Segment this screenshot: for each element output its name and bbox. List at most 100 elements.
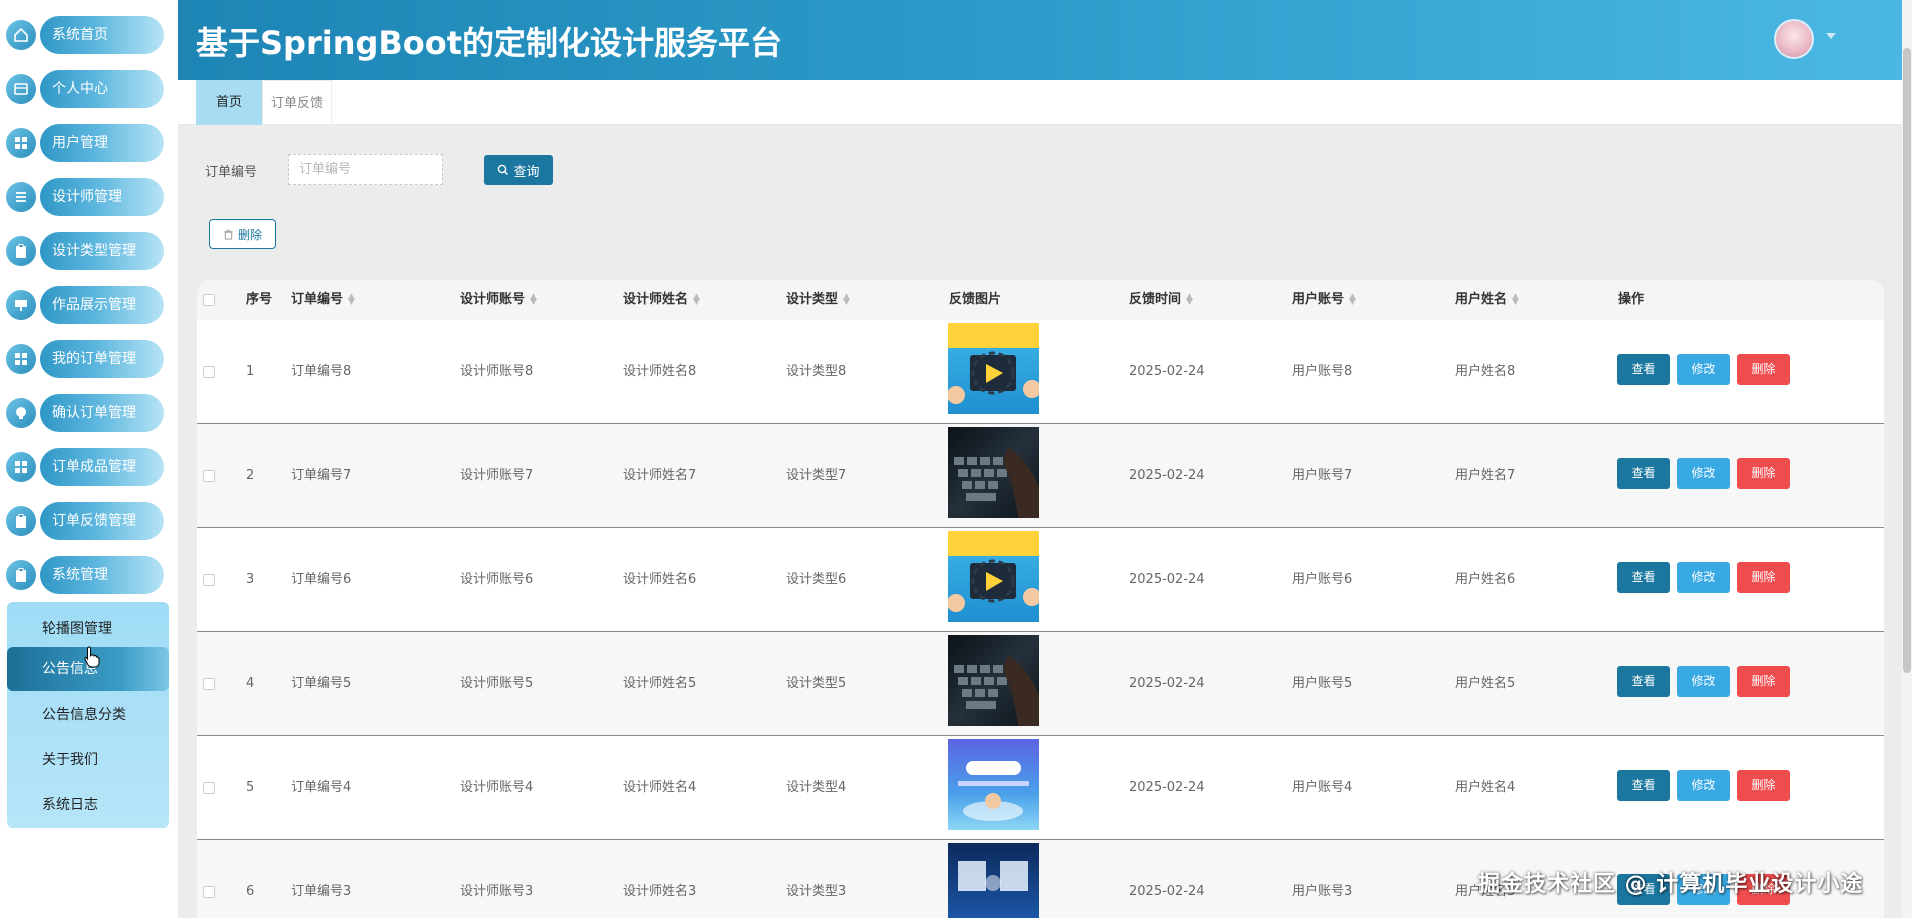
sidebar-item-designers[interactable]: 设计师管理: [6, 178, 164, 216]
submenu-item-logs[interactable]: 系统日志: [7, 783, 169, 827]
cell-index: 2: [246, 468, 255, 483]
cell-designer-name: 设计师姓名4: [623, 780, 697, 795]
view-button[interactable]: 查看: [1617, 770, 1670, 801]
column-header-order-no[interactable]: 订单编号 ▲ ▼: [291, 280, 355, 320]
feedback-image[interactable]: [948, 635, 1039, 726]
table-header: 序号 订单编号 ▲ ▼ 设计师账号 ▲ ▼ 设计师姓名 ▲ ▼ 设计类型 ▲ ▼ 反馈图片 反馈…: [197, 280, 1884, 320]
grid-icon: [6, 452, 36, 482]
cell-designer-account: 设计师账号4: [460, 780, 534, 795]
cell-designer-name: 设计师姓名3: [623, 884, 697, 899]
delete-button[interactable]: 删除: [1737, 562, 1790, 593]
column-header-designer-name[interactable]: 设计师姓名 ▲ ▼: [623, 280, 700, 320]
sidebar-item-users[interactable]: 用户管理: [6, 124, 164, 162]
cell-designer-name: 设计师姓名8: [623, 364, 697, 379]
cell-time: 2025-02-24: [1129, 572, 1205, 587]
row-checkbox[interactable]: [203, 678, 215, 690]
column-header-image: 反馈图片: [949, 292, 1002, 307]
column-header-label: 反馈时间: [1129, 292, 1182, 307]
cell-order-no: 订单编号4: [291, 780, 352, 795]
table-row: 4 订单编号5 设计师账号5 设计师姓名5 设计类型5 2025-02-24 用…: [197, 632, 1884, 736]
search-button[interactable]: 查询: [484, 155, 553, 185]
sort-icon[interactable]: ▲ ▼: [843, 292, 850, 306]
cell-index: 3: [246, 572, 255, 587]
cell-design-type: 设计类型8: [786, 364, 847, 379]
cell-user-name: 用户姓名6: [1455, 572, 1516, 587]
cell-user-account: 用户账号3: [1292, 884, 1353, 899]
order-number-input[interactable]: [288, 154, 443, 185]
column-header-design-type[interactable]: 设计类型 ▲ ▼: [786, 280, 850, 320]
clipboard-icon: [6, 560, 36, 590]
sidebar-item-order-feedback[interactable]: 订单反馈管理: [6, 502, 164, 540]
batch-delete-button[interactable]: 删除: [209, 219, 276, 249]
view-button[interactable]: 查看: [1617, 666, 1670, 697]
delete-button[interactable]: 删除: [1737, 770, 1790, 801]
sidebar-item-order-products[interactable]: 订单成品管理: [6, 448, 164, 486]
cell-index: 6: [246, 884, 255, 899]
sort-icon[interactable]: ▲ ▼: [1349, 292, 1356, 306]
delete-button[interactable]: 删除: [1737, 354, 1790, 385]
row-checkbox[interactable]: [203, 782, 215, 794]
feedback-image[interactable]: [948, 323, 1039, 414]
cell-time: 2025-02-24: [1129, 676, 1205, 691]
cell-designer-name: 设计师姓名7: [623, 468, 697, 483]
sort-icon[interactable]: ▲ ▼: [1186, 292, 1193, 306]
sort-icon[interactable]: ▲ ▼: [530, 292, 537, 306]
edit-button[interactable]: 修改: [1677, 562, 1730, 593]
chevron-down-icon[interactable]: [1826, 33, 1836, 39]
sidebar-item-confirm-orders[interactable]: 确认订单管理: [6, 394, 164, 432]
sidebar-item-works[interactable]: 作品展示管理: [6, 286, 164, 324]
sort-icon[interactable]: ▲ ▼: [1512, 292, 1519, 306]
batch-delete-label: 删除: [237, 227, 262, 242]
sort-icon[interactable]: ▲ ▼: [348, 292, 355, 306]
sidebar-item-home[interactable]: 系统首页: [6, 16, 164, 54]
sidebar-item-personal[interactable]: 个人中心: [6, 70, 164, 108]
submenu-item-notice-category[interactable]: 公告信息分类: [7, 693, 169, 737]
feedback-image[interactable]: [948, 427, 1039, 518]
column-header-user-account[interactable]: 用户账号 ▲ ▼: [1292, 280, 1356, 320]
sidebar-item-label: 系统首页: [40, 16, 164, 54]
column-header-time[interactable]: 反馈时间 ▲ ▼: [1129, 280, 1193, 320]
sidebar-item-label: 订单成品管理: [40, 448, 164, 486]
row-checkbox[interactable]: [203, 470, 215, 482]
select-all-checkbox[interactable]: [203, 294, 215, 306]
avatar[interactable]: [1774, 19, 1814, 59]
delete-button[interactable]: 删除: [1737, 458, 1790, 489]
bulb-icon: [6, 398, 36, 428]
submenu-item-carousel[interactable]: 轮播图管理: [7, 607, 169, 651]
sidebar-item-my-orders[interactable]: 我的订单管理: [6, 340, 164, 378]
submenu-item-about[interactable]: 关于我们: [7, 738, 169, 782]
sidebar-item-design-types[interactable]: 设计类型管理: [6, 232, 164, 270]
view-button[interactable]: 查看: [1617, 562, 1670, 593]
table-row: 2 订单编号7 设计师账号7 设计师姓名7 设计类型7 2025-02-24 用…: [197, 424, 1884, 528]
column-header-designer-account[interactable]: 设计师账号 ▲ ▼: [460, 280, 537, 320]
row-checkbox[interactable]: [203, 886, 215, 898]
cell-order-no: 订单编号6: [291, 572, 352, 587]
tab-home[interactable]: 首页: [196, 80, 262, 125]
scrollbar-thumb[interactable]: [1903, 48, 1911, 673]
column-header-label: 设计师账号: [460, 292, 526, 307]
column-header-user-name[interactable]: 用户姓名 ▲ ▼: [1455, 280, 1519, 320]
edit-button[interactable]: 修改: [1677, 458, 1730, 489]
feedback-image[interactable]: [948, 843, 1039, 918]
row-checkbox[interactable]: [203, 574, 215, 586]
sort-icon[interactable]: ▲ ▼: [693, 292, 700, 306]
sidebar-item-system[interactable]: 系统管理: [6, 556, 164, 594]
tabs-bar: 首页 订单反馈: [178, 80, 1902, 125]
view-button[interactable]: 查看: [1617, 458, 1670, 489]
cell-designer-account: 设计师账号5: [460, 676, 534, 691]
edit-button[interactable]: 修改: [1677, 354, 1730, 385]
edit-button[interactable]: 修改: [1677, 666, 1730, 697]
cell-index: 4: [246, 676, 255, 691]
edit-button[interactable]: 修改: [1677, 770, 1730, 801]
sidebar-item-label: 我的订单管理: [40, 340, 164, 378]
feedback-image[interactable]: [948, 739, 1039, 830]
tab-order-feedback[interactable]: 订单反馈: [262, 80, 332, 125]
feedback-image[interactable]: [948, 531, 1039, 622]
row-checkbox[interactable]: [203, 366, 215, 378]
view-button[interactable]: 查看: [1617, 354, 1670, 385]
cell-user-name: 用户姓名5: [1455, 676, 1516, 691]
delete-button[interactable]: 删除: [1737, 666, 1790, 697]
cell-design-type: 设计类型5: [786, 676, 847, 691]
cell-design-type: 设计类型6: [786, 572, 847, 587]
cell-design-type: 设计类型3: [786, 884, 847, 899]
